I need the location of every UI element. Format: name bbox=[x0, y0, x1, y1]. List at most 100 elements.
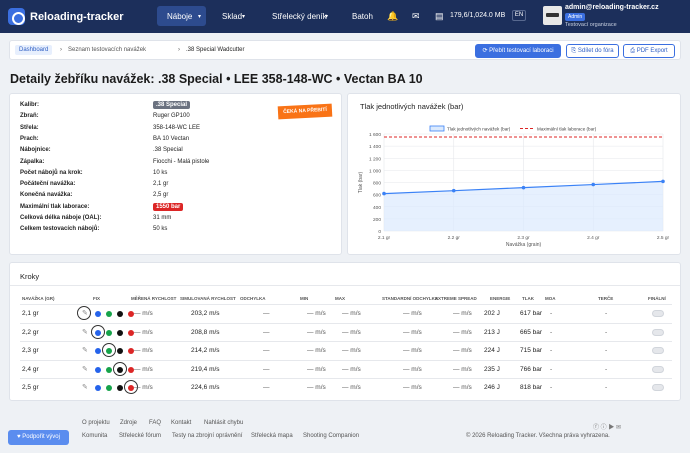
footer-link[interactable]: Testy na zbrojní oprávnění bbox=[172, 433, 242, 439]
footer-link[interactable]: Kontakt bbox=[171, 420, 191, 426]
simulated-velocity: 203,2 m/s bbox=[191, 310, 220, 317]
recalc-button[interactable]: ⟳ Přebít testovací laboraci bbox=[475, 44, 561, 58]
final-toggle[interactable] bbox=[652, 384, 664, 391]
pencil-icon[interactable]: ✎ bbox=[82, 328, 88, 336]
footer-link[interactable]: O projektu bbox=[82, 420, 110, 426]
fix-color-dot[interactable] bbox=[117, 311, 123, 317]
pencil-icon[interactable]: ✎ bbox=[82, 309, 88, 317]
column-header: Max bbox=[335, 296, 345, 301]
fix-color-dot[interactable] bbox=[106, 348, 112, 354]
avatar[interactable] bbox=[543, 6, 562, 25]
max-velocity: — m/s bbox=[342, 365, 361, 373]
min-velocity: — m/s bbox=[307, 310, 326, 317]
column-header: Terče bbox=[598, 296, 614, 301]
detail-value-text: 31 mm bbox=[153, 215, 172, 221]
breadcrumb-separator: › bbox=[60, 47, 62, 53]
pressure: 715 bar bbox=[520, 347, 543, 354]
breadcrumb-test-list[interactable]: Seznam testovacích navážek bbox=[68, 47, 146, 53]
deviation: — bbox=[263, 384, 270, 391]
breadcrumb: Dashboard › Seznam testovacích navážek ›… bbox=[9, 40, 681, 60]
footer-link[interactable]: Nahlásit chybu bbox=[204, 420, 243, 426]
fix-color-dot[interactable] bbox=[117, 348, 123, 354]
footer-link[interactable]: FAQ bbox=[149, 420, 161, 426]
pencil-icon[interactable]: ✎ bbox=[82, 383, 88, 391]
footer-link[interactable]: Střelecké fórum bbox=[119, 433, 161, 439]
steps-title: Kroky bbox=[20, 272, 40, 281]
table-row[interactable]: 2,4 gr ✎ — m/s 219,4 m/s — — m/s — m/s — m/s — m… bbox=[20, 359, 672, 378]
fix-color-dot[interactable] bbox=[117, 366, 123, 373]
energy: 224 J bbox=[484, 347, 500, 354]
final-toggle[interactable] bbox=[652, 365, 664, 373]
language-switch[interactable]: EN bbox=[512, 10, 526, 21]
nav-item-strelecky-denik[interactable]: Střelecký deník bbox=[272, 12, 327, 21]
fix-color-dot[interactable] bbox=[95, 385, 101, 391]
logo-icon[interactable] bbox=[8, 8, 25, 25]
user-email[interactable]: admin@reloading-tracker.cz bbox=[565, 4, 659, 11]
detail-value-text: BA 10 Vectan bbox=[153, 135, 190, 142]
extreme-spread: — m/s bbox=[453, 328, 472, 336]
pressure: 617 bar bbox=[520, 310, 543, 317]
breadcrumb-current: .38 Special Wadcutter bbox=[186, 47, 245, 53]
column-header: Simulovaná rychlost bbox=[180, 296, 236, 301]
fix-color-dot[interactable] bbox=[106, 366, 112, 373]
table-row[interactable]: 2,3 gr ✎ — m/s 214,2 m/s — — m/s — m/s — m/s — m… bbox=[20, 341, 672, 359]
data-point bbox=[382, 191, 386, 196]
simulated-velocity: 224,6 m/s bbox=[191, 384, 220, 391]
charge-value: 2,3 gr bbox=[22, 347, 39, 354]
y-tick-label: 1 600 bbox=[369, 132, 381, 138]
support-button[interactable]: ♥ Podpořit vývoj bbox=[8, 430, 69, 445]
detail-label: Zbraň: bbox=[20, 113, 39, 120]
breadcrumb-dashboard[interactable]: Dashboard bbox=[15, 45, 53, 55]
table-row[interactable]: 2,5 gr ✎ — m/s 224,6 m/s — — m/s — m/s — m/s — m… bbox=[20, 378, 672, 396]
detail-label: Zápalka: bbox=[20, 158, 45, 165]
fix-color-dot[interactable] bbox=[95, 329, 101, 336]
measured-velocity: — m/s bbox=[134, 310, 153, 317]
detail-value: .38 Special bbox=[153, 147, 183, 153]
brand-name[interactable]: Reloading-tracker bbox=[30, 11, 124, 23]
column-header: Odchylka bbox=[240, 296, 266, 301]
footer-link[interactable]: Střelecká mapa bbox=[251, 433, 293, 439]
footer-link[interactable]: Shooting Companion bbox=[303, 433, 359, 439]
share-forum-button[interactable]: ⎘ Sdílet do fóra bbox=[566, 44, 619, 58]
social-icons[interactable]: ⓕ ⓘ ▶ ✉ bbox=[593, 422, 621, 431]
detail-value: .38 Special bbox=[153, 101, 191, 109]
top-navbar: Reloading-tracker Náboje ▾ Sklad ▾ Střel… bbox=[0, 0, 690, 33]
footer-link[interactable]: Zdroje bbox=[120, 420, 137, 426]
fix-color-dot[interactable] bbox=[95, 348, 101, 354]
fix-color-dot[interactable] bbox=[106, 385, 112, 391]
min-velocity: — m/s bbox=[307, 328, 326, 336]
final-toggle[interactable] bbox=[652, 328, 664, 336]
final-toggle[interactable] bbox=[652, 310, 664, 317]
fix-color-dot[interactable] bbox=[117, 329, 123, 336]
pdf-export-button[interactable]: ⎙ PDF Export bbox=[623, 44, 675, 58]
detail-label: Celkem testovacích nábojů: bbox=[20, 226, 100, 233]
data-point bbox=[451, 188, 456, 193]
targets: - bbox=[605, 384, 608, 391]
fix-color-dot[interactable] bbox=[95, 366, 101, 373]
mail-icon[interactable]: ✉ bbox=[412, 11, 420, 22]
pencil-icon[interactable]: ✎ bbox=[82, 346, 88, 354]
nav-item-sklad[interactable]: Sklad bbox=[222, 12, 242, 21]
y-tick-label: 1 000 bbox=[369, 168, 381, 174]
fix-color-dot[interactable] bbox=[106, 329, 112, 336]
fix-color-dot[interactable] bbox=[95, 311, 101, 317]
pencil-icon[interactable]: ✎ bbox=[82, 365, 88, 373]
final-toggle[interactable] bbox=[652, 347, 664, 354]
nav-item-batoh[interactable]: Batoh bbox=[352, 12, 373, 21]
y-tick-label: 0 bbox=[378, 229, 381, 235]
table-row[interactable]: 2,2 gr ✎ — m/s 208,8 m/s — — m/s — m/s — m/s — m… bbox=[20, 322, 672, 341]
moa: - bbox=[550, 347, 553, 354]
simulated-velocity: 214,2 m/s bbox=[191, 347, 220, 354]
footer-link[interactable]: Komunita bbox=[82, 433, 107, 439]
table-row[interactable]: 2,1 gr ✎ — m/s 203,2 m/s — — m/s — m/s — m/s — m… bbox=[20, 304, 672, 322]
fix-color-dot[interactable] bbox=[106, 311, 112, 317]
pressure: 818 bar bbox=[520, 384, 543, 391]
nav-item-naboje[interactable]: Náboje bbox=[167, 12, 192, 21]
min-velocity: — m/s bbox=[307, 365, 326, 373]
fix-color-dot[interactable] bbox=[117, 385, 123, 391]
detail-value-text: 1550 bar bbox=[153, 202, 184, 211]
bell-icon[interactable]: 🔔 bbox=[387, 11, 398, 22]
extreme-spread: — m/s bbox=[453, 347, 472, 354]
x-tick-label: 2.4 gr bbox=[587, 235, 600, 241]
storage-usage: 179,6/1,024.0 MB bbox=[450, 12, 506, 19]
